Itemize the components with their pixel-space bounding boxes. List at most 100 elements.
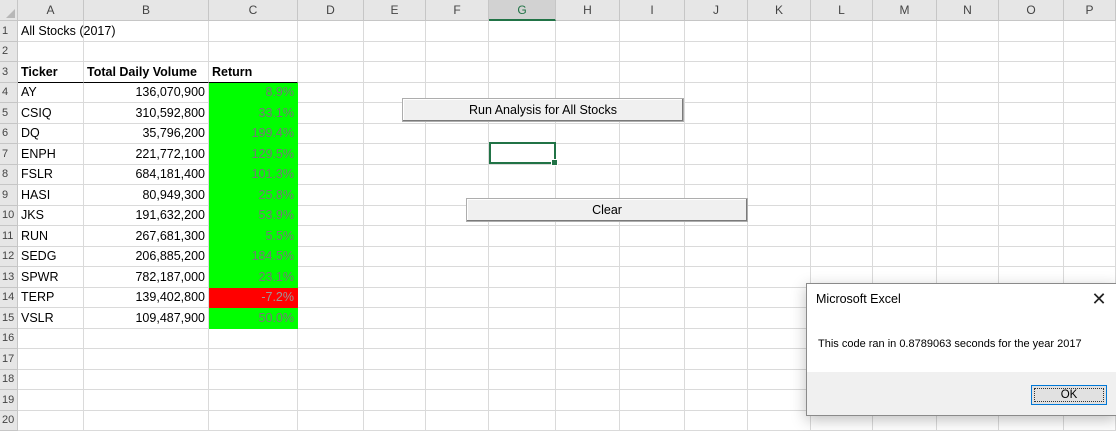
column-header-f[interactable]: F <box>426 0 489 21</box>
grid-cell[interactable] <box>873 21 937 42</box>
grid-cell[interactable] <box>556 144 620 165</box>
grid-cell[interactable] <box>209 21 298 42</box>
active-cell-selection[interactable] <box>489 142 556 164</box>
column-header-e[interactable]: E <box>364 0 426 21</box>
grid-cell[interactable] <box>556 288 620 309</box>
grid-cell[interactable] <box>489 329 556 350</box>
volume-cell[interactable]: 35,796,200 <box>84 124 209 145</box>
grid-cell[interactable] <box>748 370 811 391</box>
grid-cell[interactable] <box>298 226 364 247</box>
grid-cell[interactable] <box>685 329 748 350</box>
return-cell[interactable]: 53.9% <box>209 206 298 227</box>
grid-cell[interactable] <box>748 42 811 63</box>
grid-cell[interactable] <box>298 267 364 288</box>
grid-cell[interactable] <box>811 165 873 186</box>
grid-cell[interactable] <box>489 165 556 186</box>
grid-cell[interactable] <box>556 247 620 268</box>
ticker-cell[interactable]: SPWR <box>18 267 84 288</box>
grid-cell[interactable] <box>489 247 556 268</box>
column-header-i[interactable]: I <box>620 0 685 21</box>
grid-cell[interactable] <box>937 103 999 124</box>
close-icon[interactable]: ✕ <box>1088 289 1110 309</box>
volume-header[interactable]: Total Daily Volume <box>84 62 209 83</box>
column-header-h[interactable]: H <box>556 0 620 21</box>
grid-cell[interactable] <box>84 21 209 42</box>
grid-cell[interactable] <box>18 349 84 370</box>
grid-cell[interactable] <box>489 21 556 42</box>
column-header-k[interactable]: K <box>748 0 811 21</box>
grid-cell[interactable] <box>620 62 685 83</box>
grid-cell[interactable] <box>685 247 748 268</box>
grid-cell[interactable] <box>426 308 489 329</box>
grid-cell[interactable] <box>873 206 937 227</box>
grid-cell[interactable] <box>999 185 1064 206</box>
grid-cell[interactable] <box>999 42 1064 63</box>
grid-cell[interactable] <box>1064 226 1116 247</box>
column-header-l[interactable]: L <box>811 0 873 21</box>
row-header-15[interactable]: 15 <box>0 308 18 329</box>
grid-cell[interactable] <box>364 288 426 309</box>
grid-cell[interactable] <box>556 349 620 370</box>
row-header-4[interactable]: 4 <box>0 83 18 104</box>
grid-cell[interactable] <box>426 349 489 370</box>
grid-cell[interactable] <box>556 308 620 329</box>
grid-cell[interactable] <box>84 370 209 391</box>
grid-cell[interactable] <box>811 144 873 165</box>
grid-cell[interactable] <box>748 267 811 288</box>
grid-cell[interactable] <box>748 144 811 165</box>
grid-cell[interactable] <box>84 349 209 370</box>
grid-cell[interactable] <box>748 185 811 206</box>
return-cell[interactable]: 8.9% <box>209 83 298 104</box>
grid-cell[interactable] <box>685 349 748 370</box>
grid-cell[interactable] <box>620 165 685 186</box>
grid-cell[interactable] <box>685 370 748 391</box>
column-header-b[interactable]: B <box>84 0 209 21</box>
grid-cell[interactable] <box>811 62 873 83</box>
grid-cell[interactable] <box>364 206 426 227</box>
grid-cell[interactable] <box>685 124 748 145</box>
grid-cell[interactable] <box>1064 247 1116 268</box>
grid-cell[interactable] <box>937 83 999 104</box>
grid-cell[interactable] <box>999 226 1064 247</box>
grid-cell[interactable] <box>873 103 937 124</box>
grid-cell[interactable] <box>873 247 937 268</box>
grid-cell[interactable] <box>748 165 811 186</box>
title-cell[interactable]: All Stocks (2017) <box>18 21 84 42</box>
grid-cell[interactable] <box>999 83 1064 104</box>
column-header-m[interactable]: M <box>873 0 937 21</box>
grid-cell[interactable] <box>620 124 685 145</box>
grid-cell[interactable] <box>811 124 873 145</box>
grid-cell[interactable] <box>426 165 489 186</box>
grid-cell[interactable] <box>364 390 426 411</box>
grid-cell[interactable] <box>999 21 1064 42</box>
grid-cell[interactable] <box>620 370 685 391</box>
grid-cell[interactable] <box>811 206 873 227</box>
grid-cell[interactable] <box>426 124 489 145</box>
row-header-8[interactable]: 8 <box>0 165 18 186</box>
grid-cell[interactable] <box>937 226 999 247</box>
grid-cell[interactable] <box>685 267 748 288</box>
grid-cell[interactable] <box>873 83 937 104</box>
grid-cell[interactable] <box>18 370 84 391</box>
grid-cell[interactable] <box>426 267 489 288</box>
grid-cell[interactable] <box>620 329 685 350</box>
grid-cell[interactable] <box>556 226 620 247</box>
grid-cell[interactable] <box>426 62 489 83</box>
ticker-cell[interactable]: ENPH <box>18 144 84 165</box>
grid-cell[interactable] <box>489 267 556 288</box>
grid-cell[interactable] <box>209 370 298 391</box>
column-header-a[interactable]: A <box>18 0 84 21</box>
row-header-12[interactable]: 12 <box>0 247 18 268</box>
grid-cell[interactable] <box>426 226 489 247</box>
grid-cell[interactable] <box>811 247 873 268</box>
grid-cell[interactable] <box>426 390 489 411</box>
grid-cell[interactable] <box>426 370 489 391</box>
grid-cell[interactable] <box>873 144 937 165</box>
grid-cell[interactable] <box>489 370 556 391</box>
grid-cell[interactable] <box>298 349 364 370</box>
grid-cell[interactable] <box>84 42 209 63</box>
grid-cell[interactable] <box>364 165 426 186</box>
grid-cell[interactable] <box>620 288 685 309</box>
volume-cell[interactable]: 310,592,800 <box>84 103 209 124</box>
grid-cell[interactable] <box>937 62 999 83</box>
